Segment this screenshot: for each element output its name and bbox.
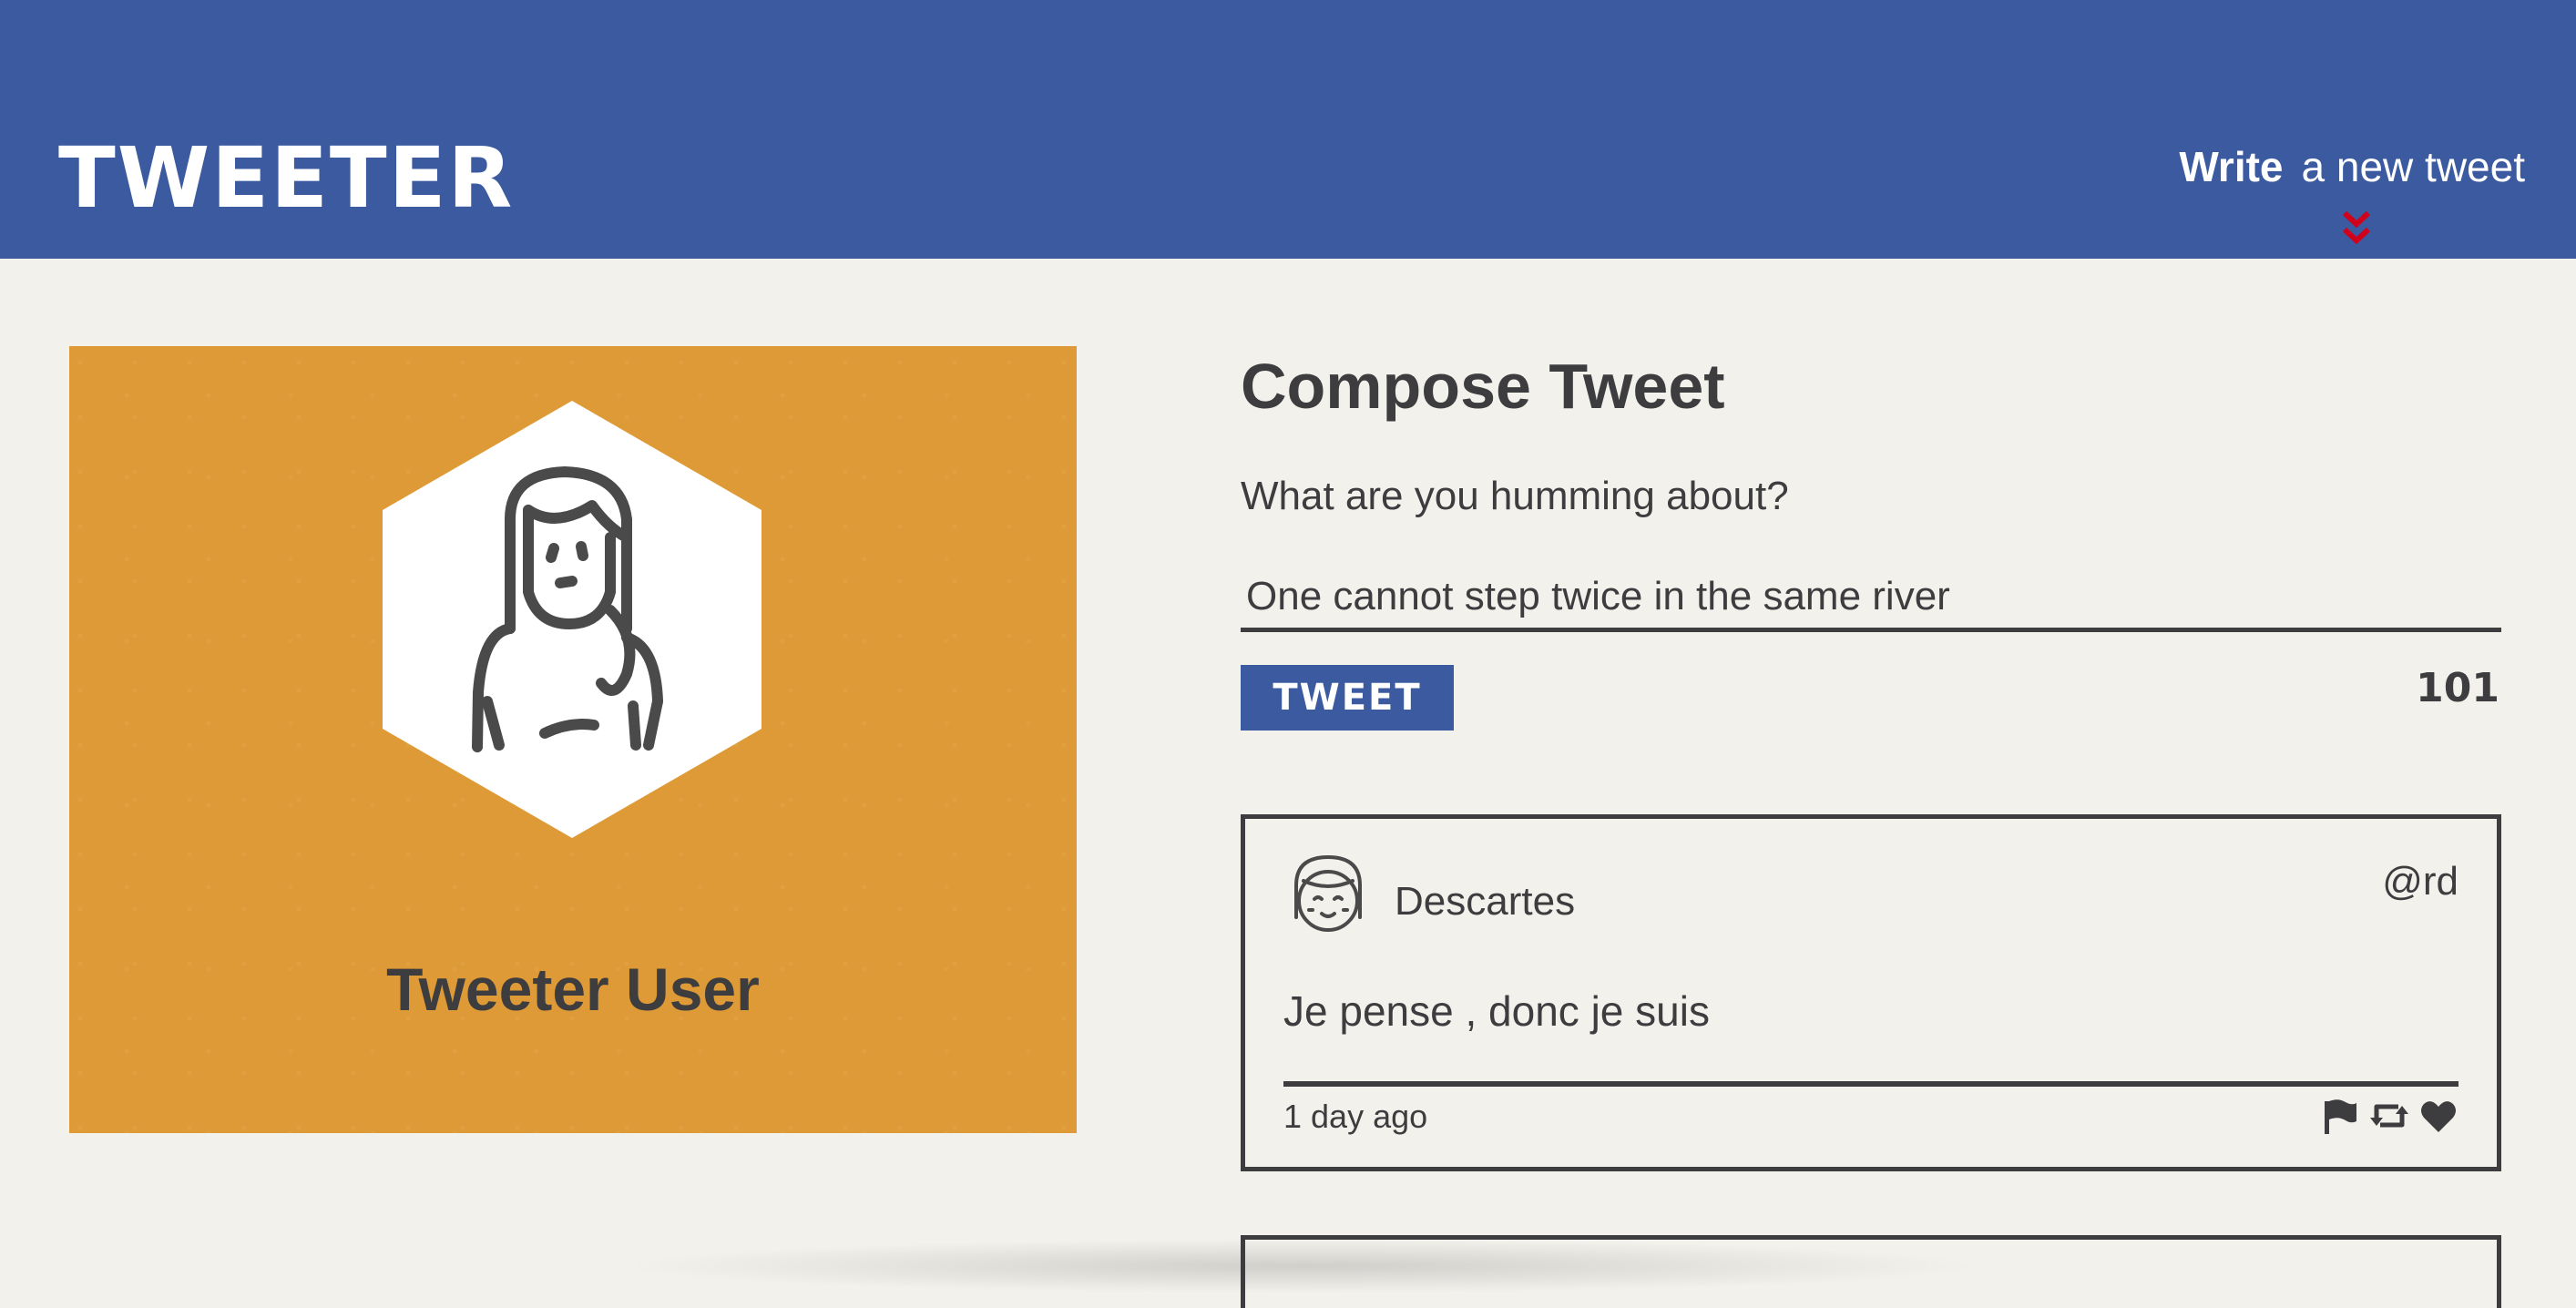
- compose-title: Compose Tweet: [1241, 351, 1725, 422]
- user-avatar-icon: [383, 401, 762, 838]
- retweet-icon[interactable]: [2369, 1096, 2409, 1136]
- tweet-divider: [1283, 1081, 2458, 1087]
- tweet-author-handle[interactable]: @rd: [2382, 859, 2458, 904]
- double-chevron-down-icon[interactable]: [2341, 209, 2372, 250]
- tweet-card: [1241, 1235, 2501, 1308]
- write-link-text: a new tweet: [2301, 143, 2525, 190]
- top-navbar: TWEETER Write a new tweet: [0, 0, 2576, 259]
- profile-name: Tweeter User: [386, 955, 760, 1023]
- tweet-text-input[interactable]: [1241, 565, 2501, 632]
- tweet-text: Je pense , donc je suis: [1283, 987, 1710, 1035]
- profile-card: Tweeter User: [69, 346, 1077, 1133]
- tweet-author-name[interactable]: Descartes: [1395, 879, 1575, 925]
- tweet-card: Descartes @rd Je pense , donc je suis 1 …: [1241, 814, 2501, 1171]
- heart-icon[interactable]: [2418, 1096, 2458, 1136]
- tweet-actions: [2320, 1096, 2458, 1136]
- write-link-strong: Write: [2179, 143, 2284, 190]
- tweet-button[interactable]: TWEET: [1241, 665, 1454, 731]
- flag-icon[interactable]: [2320, 1096, 2360, 1136]
- char-counter: 101: [2416, 665, 2499, 711]
- write-new-tweet-link[interactable]: Write a new tweet: [2179, 146, 2525, 188]
- compose-label: What are you humming about?: [1241, 474, 1789, 518]
- tweet-avatar-icon: [1294, 854, 1362, 932]
- tweet-timestamp: 1 day ago: [1283, 1098, 1428, 1135]
- brand-logo[interactable]: TWEETER: [58, 137, 514, 220]
